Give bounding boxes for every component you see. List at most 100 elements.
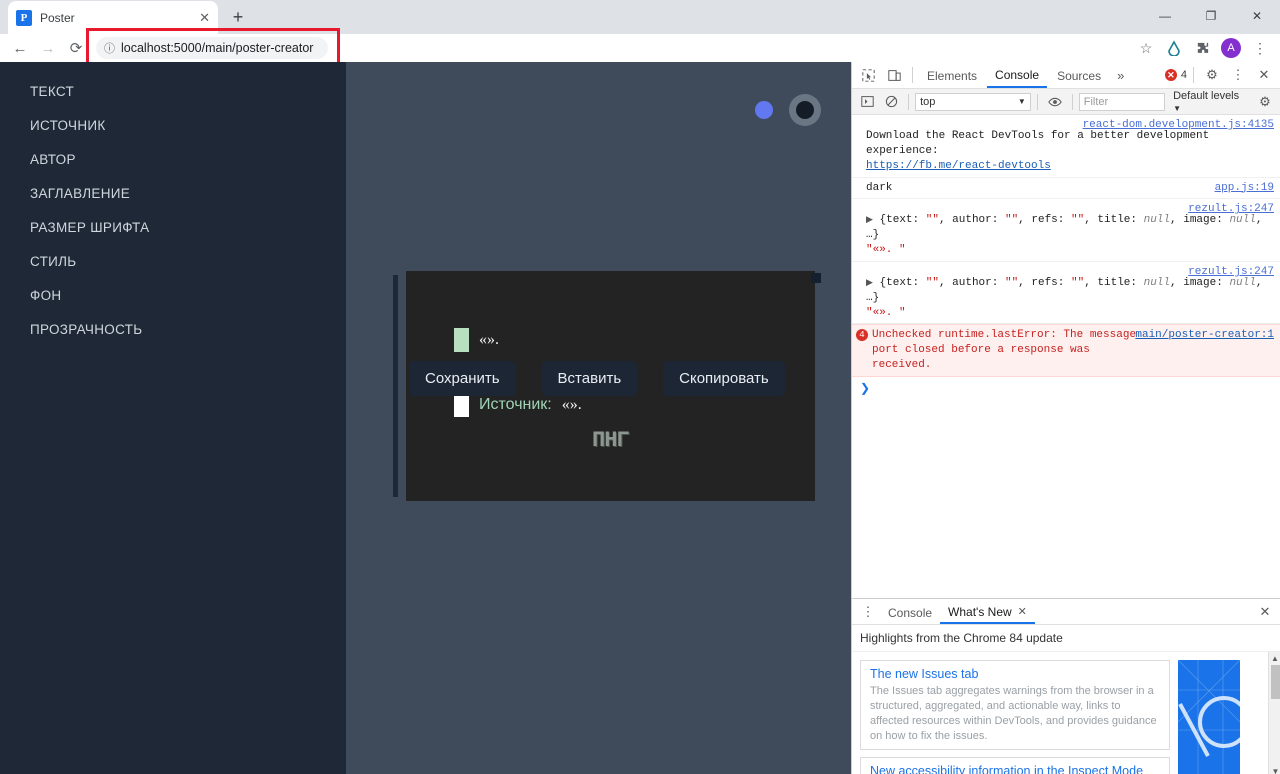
console-output[interactable]: react-dom.development.js:4135 Download t…: [852, 115, 1280, 635]
tab-elements[interactable]: Elements: [919, 64, 985, 87]
copy-button[interactable]: Скопировать: [663, 361, 785, 396]
minimize-icon[interactable]: —: [1142, 0, 1188, 32]
tab-sources[interactable]: Sources: [1049, 64, 1109, 87]
console-prompt[interactable]: ❯: [852, 377, 1280, 400]
editor-canvas: «». Источник: «». ПНГ Сохранить Вставить…: [346, 62, 851, 774]
console-object-line[interactable]: ▶ {text: "", author: "", refs: "", title…: [866, 276, 1274, 306]
devtools-menu-icon[interactable]: ⋮: [1226, 63, 1250, 87]
address-bar[interactable]: ⓘ localhost:5000/main/poster-creator: [96, 37, 328, 59]
console-error-source-link[interactable]: main/poster-creator:1: [1135, 328, 1274, 343]
puzzle-extension-icon[interactable]: [1188, 34, 1216, 62]
console-message-link[interactable]: https://fb.me/react-devtools: [866, 159, 1274, 174]
console-error-text: Unchecked runtime.lastError: The message…: [872, 329, 1137, 372]
back-icon[interactable]: ←: [6, 34, 34, 62]
console-row-object-2: rezult.js:247 ▶ {text: "", author: "", r…: [852, 262, 1280, 325]
window-controls: — ❐ ✕: [1142, 0, 1280, 32]
console-object-line[interactable]: ▶ {text: "", author: "", refs: "", title…: [866, 213, 1274, 243]
card-title[interactable]: New accessibility information in the Ins…: [870, 764, 1160, 774]
sidebar-item-text[interactable]: ТЕКСТ: [0, 74, 346, 108]
forward-icon[interactable]: →: [34, 34, 62, 62]
inspect-element-icon[interactable]: [856, 63, 880, 87]
drawer-body: The new Issues tab The Issues tab aggreg…: [852, 652, 1280, 774]
blue-color-dot[interactable]: [755, 101, 773, 119]
poster-left-handle[interactable]: [393, 275, 398, 497]
drawer-subtitle: Highlights from the Chrome 84 update: [852, 625, 1280, 652]
browser-menu-icon[interactable]: ⋮: [1246, 34, 1274, 62]
levels-chevron-down-icon: ▼: [1173, 103, 1182, 113]
card-title[interactable]: The new Issues tab: [870, 667, 1160, 681]
bookmark-star-icon[interactable]: ☆: [1132, 34, 1160, 62]
device-toolbar-icon[interactable]: [882, 63, 906, 87]
tab-console[interactable]: Console: [987, 63, 1048, 88]
drawer-scrollbar[interactable]: ▲ ▼: [1268, 652, 1280, 774]
drop-extension-icon[interactable]: [1160, 34, 1188, 62]
color-picker-ring[interactable]: [789, 94, 821, 126]
error-count-badge[interactable]: ✕ 4: [1164, 69, 1187, 81]
scrollbar-thumb[interactable]: [1271, 665, 1280, 699]
console-source-link[interactable]: rezult.js:247: [1188, 265, 1274, 280]
settings-gear-icon[interactable]: ⚙: [1200, 63, 1224, 87]
drawer-close-icon[interactable]: ✕: [1253, 600, 1277, 624]
poster-resize-handle[interactable]: [811, 273, 821, 283]
toolbar-divider-2: [1193, 67, 1194, 83]
clear-console-icon[interactable]: [880, 90, 902, 114]
hero-graphic-svg: [1178, 660, 1240, 774]
expand-triangle-icon[interactable]: ▶: [866, 278, 873, 288]
avatar[interactable]: A: [1221, 38, 1241, 58]
eye-icon-svg: [1048, 97, 1062, 106]
console-sidebar-toggle-icon[interactable]: [856, 90, 878, 114]
object-empty-string: "": [925, 214, 939, 227]
sidebar-item-font-size[interactable]: РАЗМЕР ШРИФТА: [0, 210, 346, 244]
expand-triangle-icon[interactable]: ▶: [866, 215, 873, 225]
console-source-link[interactable]: react-dom.development.js:4135: [1083, 118, 1274, 133]
browser-tab-poster[interactable]: P Poster ✕: [8, 1, 218, 34]
sidebar-item-transparency[interactable]: ПРОЗРАЧНОСТЬ: [0, 312, 346, 346]
tab-title: Poster: [40, 10, 75, 25]
error-icon: ✕: [1164, 69, 1177, 81]
log-levels-select[interactable]: Default levels ▼: [1167, 90, 1250, 114]
scroll-down-icon[interactable]: ▼: [1269, 765, 1280, 774]
close-icon[interactable]: ✕: [199, 11, 210, 24]
object-empty-string-3: "": [1070, 214, 1085, 227]
console-settings-gear-icon[interactable]: ⚙: [1254, 90, 1276, 114]
drop-icon-svg: [1168, 40, 1180, 56]
whats-new-card[interactable]: The new Issues tab The Issues tab aggreg…: [860, 660, 1170, 751]
live-expression-eye-icon[interactable]: [1044, 90, 1066, 114]
devtools-close-icon[interactable]: ✕: [1252, 63, 1276, 87]
new-tab-button[interactable]: +: [224, 3, 252, 31]
object-empty-string-2: "": [1004, 276, 1019, 289]
execution-context-select[interactable]: top ▼: [915, 92, 1031, 111]
sidebar-item-title[interactable]: ЗАГЛАВЛЕНИЕ: [0, 176, 346, 210]
more-tabs-icon[interactable]: »: [1111, 68, 1130, 83]
sidebar-item-background[interactable]: ФОН: [0, 278, 346, 312]
scroll-up-icon[interactable]: ▲: [1269, 652, 1280, 665]
sidebar-item-style[interactable]: СТИЛЬ: [0, 244, 346, 278]
maximize-icon[interactable]: ❐: [1188, 0, 1234, 32]
whats-new-card[interactable]: New accessibility information in the Ins…: [860, 757, 1170, 774]
whats-new-card-list: The new Issues tab The Issues tab aggreg…: [860, 660, 1170, 774]
sidebar-item-source[interactable]: ИСТОЧНИК: [0, 108, 346, 142]
paste-button[interactable]: Вставить: [541, 361, 638, 396]
devtools-tabbar: Elements Console Sources » ✕ 4 ⚙ ⋮ ✕: [852, 62, 1280, 89]
devtools-drawer: ⋮ Console What's New ✕ ✕ Highlights from…: [852, 598, 1280, 774]
reload-icon[interactable]: ⟳: [62, 34, 90, 62]
drawer-tab-whats-new[interactable]: What's New ✕: [940, 600, 1035, 624]
object-mid-2: , refs:: [1018, 214, 1071, 227]
color-picker-center: [796, 101, 814, 119]
save-button[interactable]: Сохранить: [409, 361, 516, 396]
console-source-link[interactable]: app.js:19: [1215, 181, 1274, 196]
drawer-tab-close-icon[interactable]: ✕: [1018, 605, 1027, 618]
drawer-tab-console[interactable]: Console: [880, 601, 940, 623]
site-info-icon[interactable]: ⓘ: [104, 40, 115, 56]
console-row-object-1: rezult.js:247 ▶ {text: "", author: "", r…: [852, 199, 1280, 262]
chevron-down-icon: ▼: [1017, 97, 1026, 106]
sidebar-item-author[interactable]: АВТОР: [0, 142, 346, 176]
console-message-text: dark: [866, 181, 893, 194]
page-content: ТЕКСТ ИСТОЧНИК АВТОР ЗАГЛАВЛЕНИЕ РАЗМЕР …: [0, 62, 851, 774]
drawer-tabbar: ⋮ Console What's New ✕ ✕: [852, 599, 1280, 625]
drawer-menu-icon[interactable]: ⋮: [856, 600, 880, 624]
console-source-link[interactable]: rezult.js:247: [1188, 202, 1274, 217]
window-close-icon[interactable]: ✕: [1234, 0, 1280, 32]
console-row-react-devtools: react-dom.development.js:4135 Download t…: [852, 115, 1280, 178]
console-filter-input[interactable]: Filter: [1078, 92, 1166, 111]
